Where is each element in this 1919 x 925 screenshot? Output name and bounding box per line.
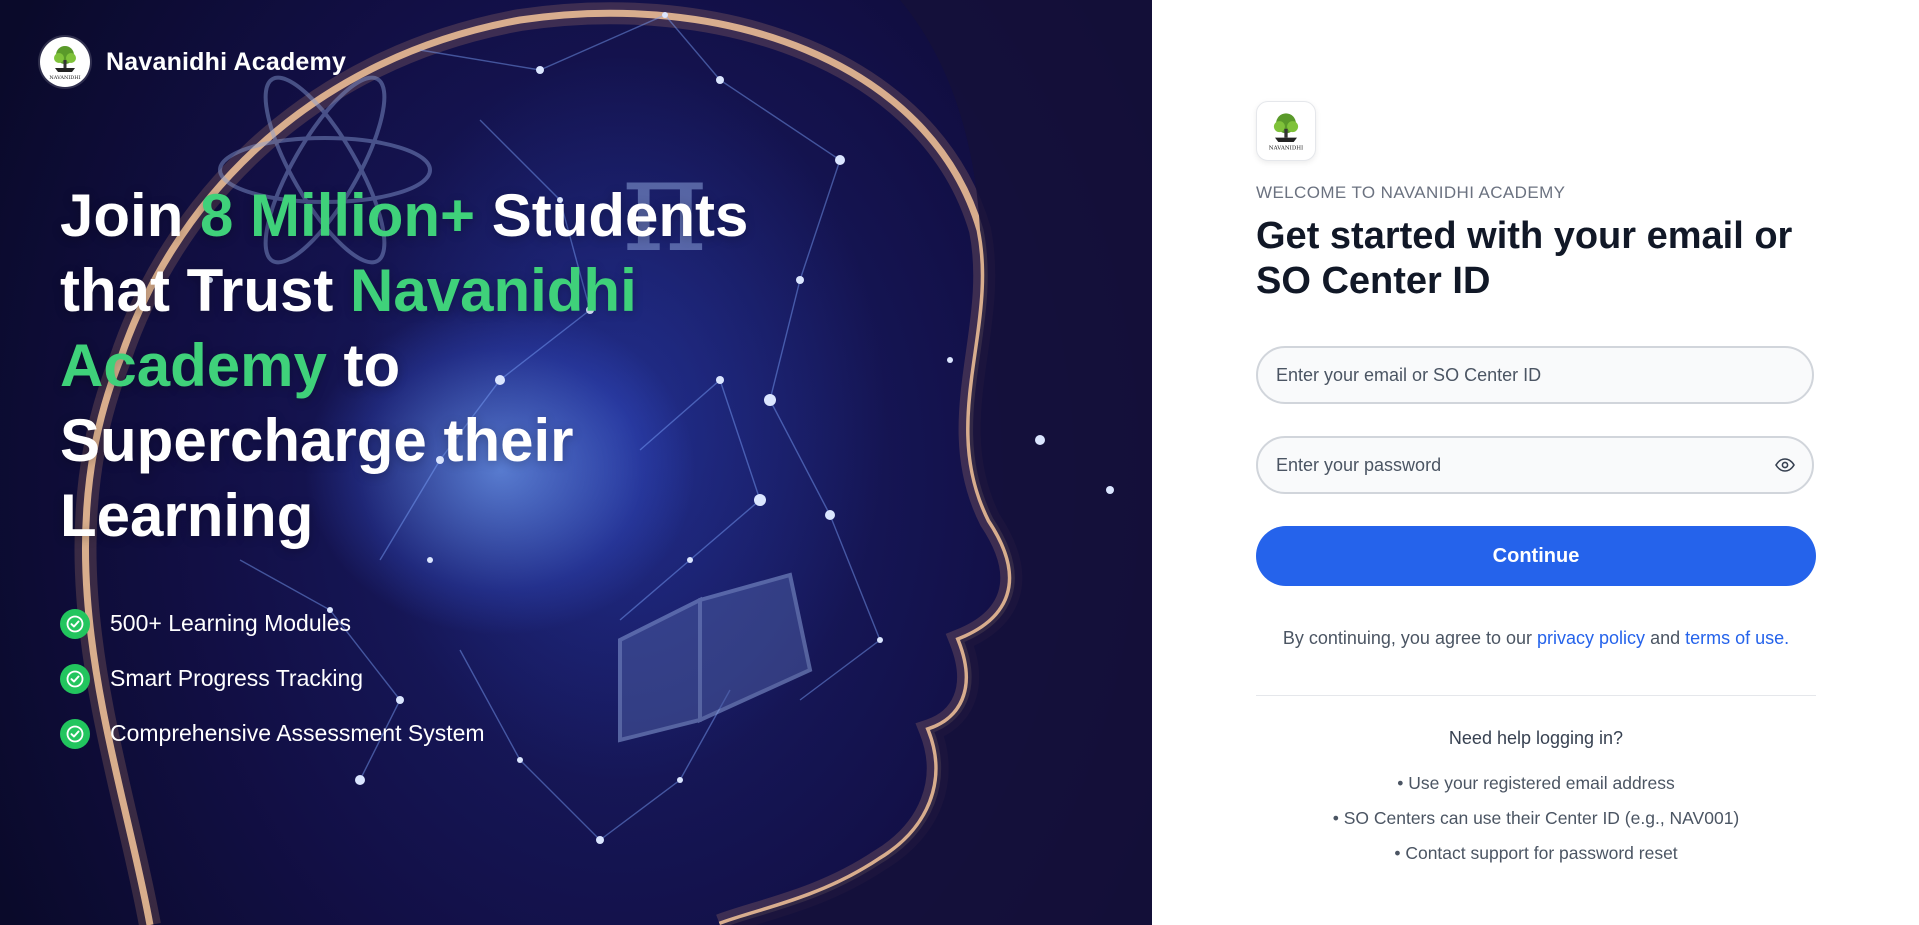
svg-text:NAVANIDHI: NAVANIDHI — [49, 75, 80, 81]
svg-text:NAVANIDHI: NAVANIDHI — [1269, 146, 1303, 152]
page-title: Get started with your email or SO Center… — [1256, 215, 1793, 302]
help-title: Need help logging in? — [1448, 728, 1624, 748]
terms-notice: By continuing, you agree to our privacy … — [1256, 628, 1816, 649]
feature-item: 500+ Learning Modules — [60, 596, 485, 651]
feature-label: Comprehensive Assessment System — [110, 720, 485, 746]
check-circle-icon — [60, 718, 90, 749]
help-list: • Use your registered email address • SO… — [1256, 766, 1816, 871]
headline-part-1: Join — [60, 182, 201, 249]
app-logo-icon: NAVANIDHI — [1256, 101, 1316, 161]
help-item: • SO Centers can use their Center ID (e.… — [1332, 808, 1740, 828]
login-panel: NAVANIDHI WELCOME TO NAVANIDHI ACADEMY G… — [1152, 0, 1919, 925]
welcome-eyebrow: WELCOME TO NAVANIDHI ACADEMY — [1256, 183, 1566, 202]
help-item: • Use your registered email address — [1397, 773, 1675, 793]
feature-label: 500+ Learning Modules — [110, 610, 352, 636]
brand-name: Navanidhi Academy — [106, 47, 347, 76]
email-field-wrapper — [1256, 346, 1814, 404]
check-circle-icon — [60, 608, 90, 639]
divider — [1256, 695, 1816, 696]
feature-item: Smart Progress Tracking — [60, 651, 485, 706]
email-field[interactable] — [1274, 363, 1796, 387]
check-circle-icon — [60, 663, 90, 694]
feature-list: 500+ Learning Modules Smart Progress Tra… — [60, 596, 485, 761]
eye-icon[interactable] — [1773, 453, 1796, 477]
help-item: • Contact support for password reset — [1394, 843, 1678, 863]
hero-panel: π NAVANIDHI Navanidhi Academy Join 8 Mil… — [0, 0, 1152, 925]
password-field-wrapper — [1256, 436, 1814, 494]
headline-accent-1: 8 Million+ — [200, 182, 476, 249]
brand-header: NAVANIDHI Navanidhi Academy — [40, 37, 346, 87]
privacy-policy-link[interactable]: privacy policy — [1537, 628, 1645, 648]
password-field[interactable] — [1274, 453, 1774, 477]
feature-item: Comprehensive Assessment System — [60, 706, 485, 761]
hero-headline: Join 8 Million+ Students that Trust Nava… — [60, 178, 760, 553]
navanidhi-logo: NAVANIDHI — [40, 37, 90, 87]
terms-of-use-link[interactable]: terms of use. — [1685, 628, 1789, 648]
terms-middle: and — [1645, 628, 1686, 648]
terms-prefix: By continuing, you agree to our — [1282, 628, 1538, 648]
continue-button[interactable]: Continue — [1256, 526, 1816, 586]
feature-label: Smart Progress Tracking — [110, 665, 364, 691]
